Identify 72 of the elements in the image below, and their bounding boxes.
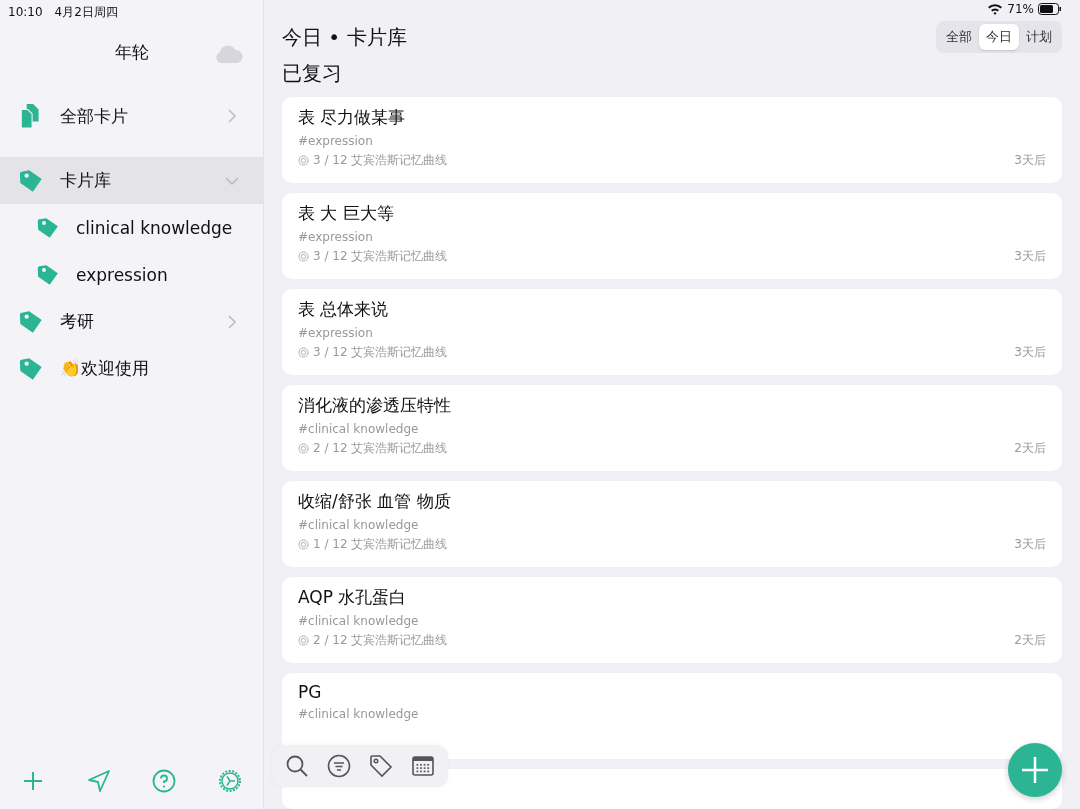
card-tag: #expression [298,230,373,244]
review-card[interactable]: 表 大 巨大等 #expression 3 / 12 艾宾浩斯记忆曲线 3天后 [282,193,1062,279]
due-label: 3天后 [1014,344,1046,361]
tag-icon [18,167,44,194]
review-count-text: 1 / 12 艾宾浩斯记忆曲线 [313,536,448,553]
help-icon[interactable] [151,768,178,794]
tag-icon [18,308,44,335]
due-label: 2天后 [1014,440,1046,457]
review-card[interactable]: 收缩/舒张 血管 物质 #clinical knowledge 1 / 12 艾宾浩斯记忆曲线 3天后 [282,481,1062,567]
review-count-text: 2 / 12 艾宾浩斯记忆曲线 [313,632,448,649]
filter-icon[interactable] [326,753,352,779]
section-heading: 已复习 [282,60,343,88]
target-icon [298,155,309,166]
target-icon [298,347,309,358]
review-card[interactable]: PG #clinical knowledge [282,673,1062,759]
status-date: 4月2日周四 [54,3,118,21]
card-title: 表 尽力做某事 [298,106,406,129]
tag-icon [36,262,60,287]
sidebar-item[interactable]: 全部卡片 [0,80,263,152]
due-label: 3天后 [1014,248,1046,265]
card-title: 消化液的渗透压特性 [298,394,451,417]
review-count-text: 3 / 12 艾宾浩斯记忆曲线 [313,152,448,169]
tag-icon [36,215,60,240]
sidebar-item[interactable]: 👏欢迎使用 [0,345,263,392]
review-card[interactable]: 消化液的渗透压特性 #clinical knowledge 2 / 12 艾宾浩斯记忆曲线 2天后 [282,385,1062,471]
card-tag: #clinical knowledge [298,518,419,532]
card-title: 收缩/舒张 血管 物质 [298,490,451,513]
tag-icon [18,355,44,382]
filter-tab[interactable]: 计划 [1019,24,1059,51]
cloud-icon[interactable] [213,44,243,64]
wifi-icon [987,3,1004,16]
page-title: 今日 • 卡片库 [282,23,407,51]
chevron-right-icon[interactable] [225,314,239,329]
review-count-text: 3 / 12 艾宾浩斯记忆曲线 [313,248,448,265]
card-tag: #clinical knowledge [298,614,419,628]
filter-tab[interactable]: 全部 [939,24,979,51]
sidebar-item[interactable]: 卡片库 [0,157,263,204]
search-icon[interactable] [284,753,310,779]
card-tag: #expression [298,134,373,148]
card-title: PG [298,682,322,702]
sidebar-item[interactable]: clinical knowledge [0,204,263,251]
card-tag: #clinical knowledge [298,707,419,721]
battery-icon [1038,3,1062,16]
settings-icon[interactable] [216,768,243,794]
target-icon [298,251,309,262]
target-icon [298,539,309,550]
sidebar-item[interactable]: expression [0,251,263,298]
review-card[interactable]: 表 尽力做某事 #expression 3 / 12 艾宾浩斯记忆曲线 3天后 [282,97,1062,183]
target-icon [298,443,309,454]
app-title: 年轮 [114,40,149,64]
card-title: 表 大 巨大等 [298,202,394,225]
card-tag: #expression [298,326,373,340]
target-icon [298,635,309,646]
review-card[interactable]: AQP 水孔蛋白 #clinical knowledge 2 / 12 艾宾浩斯记忆曲线 2天后 [282,577,1062,663]
due-label: 3天后 [1014,536,1046,553]
calendar-icon[interactable] [410,753,436,779]
card-tag: #clinical knowledge [298,422,419,436]
card-title: AQP 水孔蛋白 [298,586,407,609]
review-count-text: 2 / 12 艾宾浩斯记忆曲线 [313,440,448,457]
status-time: 10:10 [8,5,43,19]
plus-icon [1020,755,1050,785]
review-card[interactable]: 表 总体来说 #expression 3 / 12 艾宾浩斯记忆曲线 3天后 [282,289,1062,375]
review-count-text: 3 / 12 艾宾浩斯记忆曲线 [313,344,448,361]
filter-tab[interactable]: 今日 [979,24,1019,51]
sidebar-item[interactable]: 考研 [0,298,263,345]
due-label: 3天后 [1014,152,1046,169]
chevron-right-icon[interactable] [225,109,239,123]
battery-percent: 71% [1007,2,1034,17]
tag-outline-icon[interactable] [368,753,394,779]
card-title: 表 总体来说 [298,298,389,321]
due-label: 2天后 [1014,632,1046,649]
navigation-arrow-icon[interactable] [85,768,112,794]
